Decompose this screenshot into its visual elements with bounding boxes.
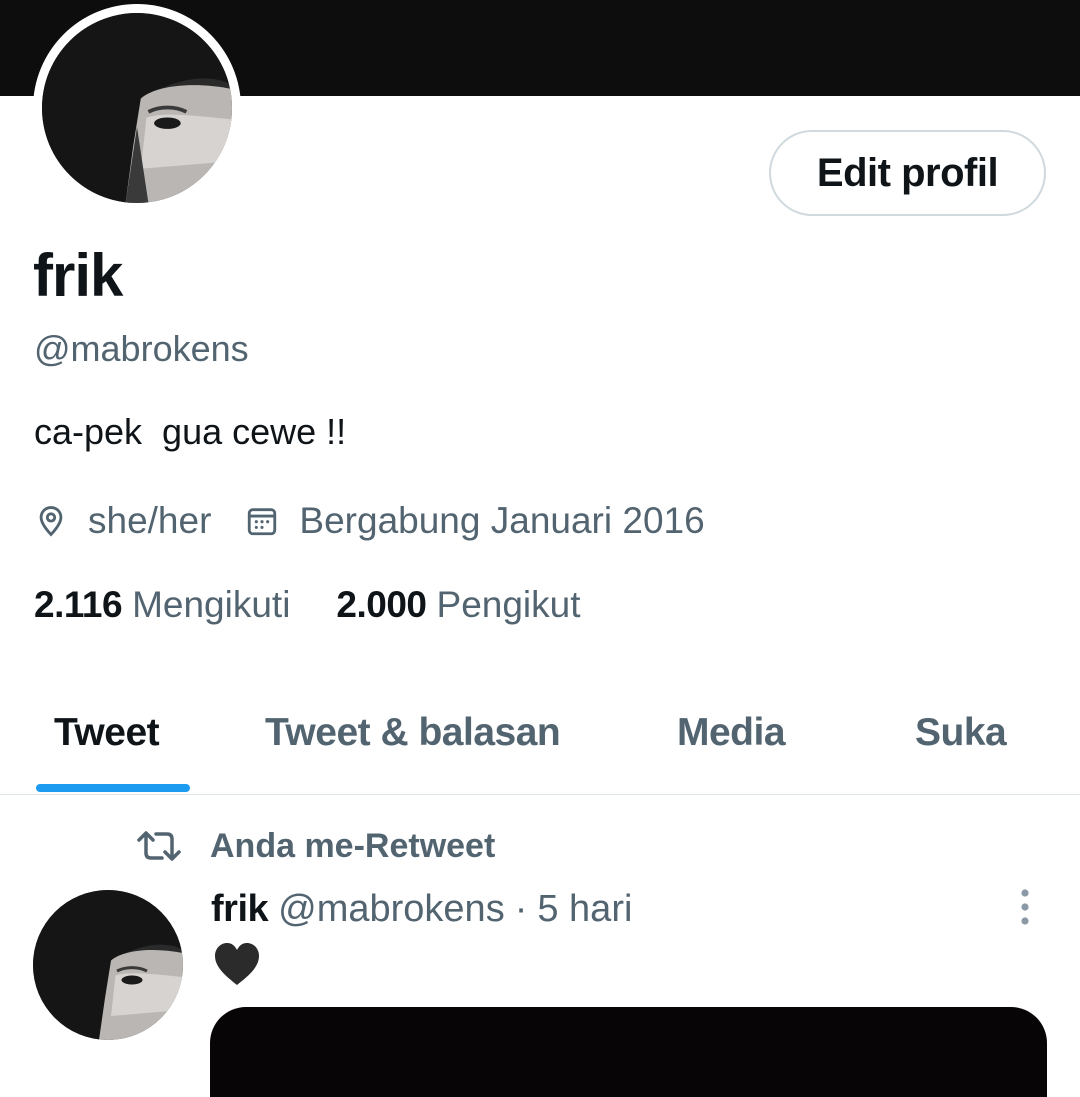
- tab-tweet[interactable]: Tweet: [54, 710, 160, 756]
- followers-count: 2.000: [336, 584, 427, 625]
- tweet-author-handle[interactable]: @mabrokens: [278, 885, 505, 933]
- followers-label: Pengikut: [436, 584, 581, 625]
- profile-avatar[interactable]: [33, 4, 241, 212]
- profile-tabs: Tweet Tweet & balasan Media Suka: [0, 680, 1080, 795]
- following-count: 2.116: [34, 584, 123, 625]
- tab-media[interactable]: Media: [677, 710, 786, 756]
- joined-item: Bergabung Januari 2016: [245, 500, 705, 542]
- profile-meta: she/her Bergabung Januari 2016: [34, 498, 705, 544]
- active-tab-indicator: [36, 784, 190, 792]
- tweet-media[interactable]: [210, 1007, 1047, 1097]
- tab-likes[interactable]: Suka: [915, 710, 1007, 756]
- tweet-timestamp[interactable]: 5 hari: [537, 885, 632, 933]
- profile-bio: ca-pek gua cewe !!: [34, 411, 347, 452]
- retweet-context: Anda me-Retweet: [136, 824, 495, 868]
- follow-stats: 2.116 Mengikuti 2.000 Pengikut: [34, 582, 581, 628]
- tweet-more-button[interactable]: [1010, 886, 1040, 928]
- black-heart-emoji-icon: [215, 943, 259, 985]
- tweet-author-avatar[interactable]: [33, 890, 183, 1040]
- tweet-separator: ·: [514, 888, 528, 930]
- following-link[interactable]: 2.116 Mengikuti: [34, 582, 290, 628]
- more-vertical-icon: [1021, 889, 1029, 925]
- tab-tweet-replies[interactable]: Tweet & balasan: [265, 710, 561, 756]
- followers-link[interactable]: 2.000 Pengikut: [336, 582, 580, 628]
- display-name: frik: [33, 242, 123, 309]
- following-label: Mengikuti: [132, 584, 291, 625]
- retweet-icon: [137, 831, 181, 861]
- location-item: she/her: [34, 500, 211, 542]
- tweet-header: frik @mabrokens · 5 hari: [211, 885, 632, 933]
- profile-handle: @mabrokens: [34, 328, 249, 369]
- edit-profile-button[interactable]: Edit profil: [769, 130, 1046, 216]
- tweet-author-name[interactable]: frik: [211, 885, 269, 933]
- location-pin-icon: [39, 506, 63, 537]
- joined-text: Bergabung Januari 2016: [299, 500, 705, 541]
- retweet-context-text: Anda me-Retweet: [210, 826, 496, 865]
- calendar-icon: [248, 508, 277, 536]
- avatar-photo: [33, 890, 183, 1040]
- location-text: she/her: [88, 500, 212, 541]
- avatar-photo: [42, 13, 232, 203]
- tweet-text: [212, 941, 262, 991]
